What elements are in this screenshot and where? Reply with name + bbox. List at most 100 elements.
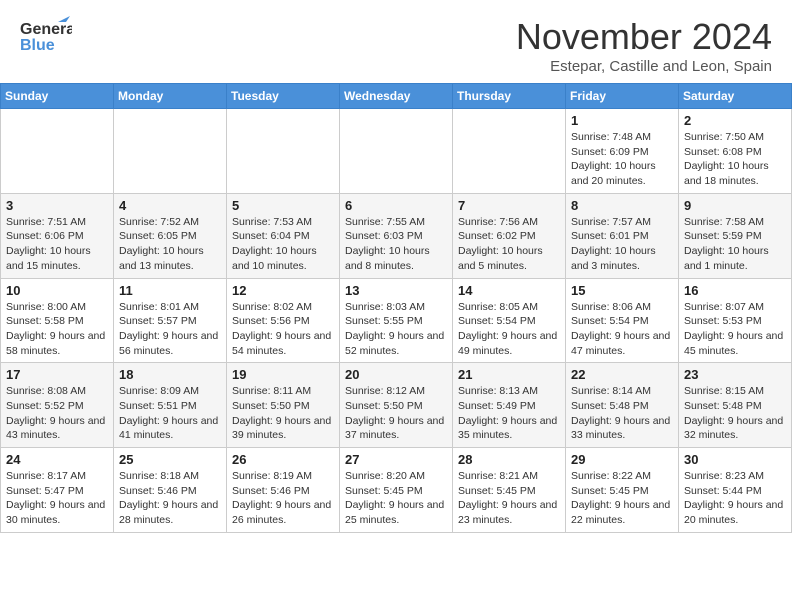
calendar-cell <box>1 109 114 194</box>
day-info: Sunrise: 8:12 AM Sunset: 5:50 PM Dayligh… <box>345 384 447 443</box>
day-number: 11 <box>119 283 221 298</box>
day-info: Sunrise: 8:05 AM Sunset: 5:54 PM Dayligh… <box>458 300 560 359</box>
day-number: 25 <box>119 452 221 467</box>
month-title: November 2024 <box>516 16 772 58</box>
day-info: Sunrise: 8:18 AM Sunset: 5:46 PM Dayligh… <box>119 469 221 528</box>
day-number: 15 <box>571 283 673 298</box>
day-info: Sunrise: 8:08 AM Sunset: 5:52 PM Dayligh… <box>6 384 108 443</box>
day-info: Sunrise: 8:00 AM Sunset: 5:58 PM Dayligh… <box>6 300 108 359</box>
calendar-cell: 2Sunrise: 7:50 AM Sunset: 6:08 PM Daylig… <box>679 109 792 194</box>
location: Estepar, Castille and Leon, Spain <box>516 58 772 75</box>
calendar-cell: 18 Sunrise: 8:09 AM Sunset: 5:51 PM Dayli… <box>114 363 227 448</box>
weekday-header-monday: Monday <box>114 84 227 109</box>
day-info: Sunrise: 8:11 AM Sunset: 5:50 PM Dayligh… <box>232 384 334 443</box>
day-info: Sunrise: 8:22 AM Sunset: 5:45 PM Dayligh… <box>571 469 673 528</box>
day-info: Sunrise: 8:03 AM Sunset: 5:55 PM Dayligh… <box>345 300 447 359</box>
calendar-cell: 26 Sunrise: 8:19 AM Sunset: 5:46 PM Dayli… <box>227 448 340 533</box>
calendar-header: SundayMondayTuesdayWednesdayThursdayFrid… <box>1 84 792 109</box>
calendar-cell: 19Sunrise: 8:11 AM Sunset: 5:50 PM Dayli… <box>227 363 340 448</box>
calendar-cell: 6 Sunrise: 7:55 AM Sunset: 6:03 PM Daylig… <box>340 193 453 278</box>
calendar-cell <box>340 109 453 194</box>
day-info: Sunrise: 8:15 AM Sunset: 5:48 PM Dayligh… <box>684 384 786 443</box>
weekday-header-thursday: Thursday <box>453 84 566 109</box>
day-number: 30 <box>684 452 786 467</box>
day-info: Sunrise: 8:13 AM Sunset: 5:49 PM Dayligh… <box>458 384 560 443</box>
day-info: Sunrise: 8:06 AM Sunset: 5:54 PM Dayligh… <box>571 300 673 359</box>
day-info: Sunrise: 7:55 AM Sunset: 6:03 PM Dayligh… <box>345 215 447 274</box>
calendar-week-2: 3 Sunrise: 7:51 AM Sunset: 6:06 PM Daylig… <box>1 193 792 278</box>
title-section: November 2024 Estepar, Castille and Leon… <box>516 16 772 75</box>
day-info: Sunrise: 7:58 AM Sunset: 5:59 PM Dayligh… <box>684 215 786 274</box>
calendar-cell: 17 Sunrise: 8:08 AM Sunset: 5:52 PM Dayli… <box>1 363 114 448</box>
day-info: Sunrise: 8:02 AM Sunset: 5:56 PM Dayligh… <box>232 300 334 359</box>
logo-icon: General Blue <box>20 16 72 60</box>
day-number: 13 <box>345 283 447 298</box>
day-info: Sunrise: 7:48 AM Sunset: 6:09 PM Dayligh… <box>571 130 673 189</box>
calendar-cell: 16 Sunrise: 8:07 AM Sunset: 5:53 PM Dayli… <box>679 278 792 363</box>
day-info: Sunrise: 8:20 AM Sunset: 5:45 PM Dayligh… <box>345 469 447 528</box>
day-info: Sunrise: 7:57 AM Sunset: 6:01 PM Dayligh… <box>571 215 673 274</box>
calendar-cell: 12 Sunrise: 8:02 AM Sunset: 5:56 PM Dayli… <box>227 278 340 363</box>
day-info: Sunrise: 8:14 AM Sunset: 5:48 PM Dayligh… <box>571 384 673 443</box>
calendar-cell: 11Sunrise: 8:01 AM Sunset: 5:57 PM Dayli… <box>114 278 227 363</box>
day-info: Sunrise: 8:23 AM Sunset: 5:44 PM Dayligh… <box>684 469 786 528</box>
calendar-cell: 5Sunrise: 7:53 AM Sunset: 6:04 PM Daylig… <box>227 193 340 278</box>
day-info: Sunrise: 8:21 AM Sunset: 5:45 PM Dayligh… <box>458 469 560 528</box>
svg-text:General: General <box>20 21 72 38</box>
calendar-cell: 27 Sunrise: 8:20 AM Sunset: 5:45 PM Dayli… <box>340 448 453 533</box>
calendar-cell: 4 Sunrise: 7:52 AM Sunset: 6:05 PM Daylig… <box>114 193 227 278</box>
day-number: 6 <box>345 198 447 213</box>
day-info: Sunrise: 8:19 AM Sunset: 5:46 PM Dayligh… <box>232 469 334 528</box>
day-info: Sunrise: 7:52 AM Sunset: 6:05 PM Dayligh… <box>119 215 221 274</box>
calendar-body: 1Sunrise: 7:48 AM Sunset: 6:09 PM Daylig… <box>1 109 792 533</box>
day-number: 12 <box>232 283 334 298</box>
calendar-cell: 25 Sunrise: 8:18 AM Sunset: 5:46 PM Dayli… <box>114 448 227 533</box>
calendar-cell: 28Sunrise: 8:21 AM Sunset: 5:45 PM Dayli… <box>453 448 566 533</box>
day-number: 17 <box>6 367 108 382</box>
day-number: 21 <box>458 367 560 382</box>
calendar-cell <box>453 109 566 194</box>
calendar-cell: 3 Sunrise: 7:51 AM Sunset: 6:06 PM Daylig… <box>1 193 114 278</box>
day-info: Sunrise: 8:07 AM Sunset: 5:53 PM Dayligh… <box>684 300 786 359</box>
day-number: 20 <box>345 367 447 382</box>
day-number: 29 <box>571 452 673 467</box>
calendar-week-1: 1Sunrise: 7:48 AM Sunset: 6:09 PM Daylig… <box>1 109 792 194</box>
weekday-row: SundayMondayTuesdayWednesdayThursdayFrid… <box>1 84 792 109</box>
day-number: 22 <box>571 367 673 382</box>
day-number: 27 <box>345 452 447 467</box>
day-number: 16 <box>684 283 786 298</box>
weekday-header-sunday: Sunday <box>1 84 114 109</box>
calendar-cell <box>114 109 227 194</box>
day-number: 8 <box>571 198 673 213</box>
calendar-cell: 9 Sunrise: 7:58 AM Sunset: 5:59 PM Daylig… <box>679 193 792 278</box>
day-number: 4 <box>119 198 221 213</box>
day-info: Sunrise: 8:09 AM Sunset: 5:51 PM Dayligh… <box>119 384 221 443</box>
calendar-cell: 30 Sunrise: 8:23 AM Sunset: 5:44 PM Dayli… <box>679 448 792 533</box>
calendar-cell: 22 Sunrise: 8:14 AM Sunset: 5:48 PM Dayli… <box>566 363 679 448</box>
day-number: 5 <box>232 198 334 213</box>
day-number: 10 <box>6 283 108 298</box>
day-number: 26 <box>232 452 334 467</box>
calendar-cell <box>227 109 340 194</box>
calendar-week-5: 24Sunrise: 8:17 AM Sunset: 5:47 PM Dayli… <box>1 448 792 533</box>
calendar-cell: 21 Sunrise: 8:13 AM Sunset: 5:49 PM Dayli… <box>453 363 566 448</box>
logo: General Blue <box>20 16 72 60</box>
weekday-header-tuesday: Tuesday <box>227 84 340 109</box>
svg-text:Blue: Blue <box>20 37 55 54</box>
weekday-header-saturday: Saturday <box>679 84 792 109</box>
day-info: Sunrise: 7:51 AM Sunset: 6:06 PM Dayligh… <box>6 215 108 274</box>
calendar-cell: 13 Sunrise: 8:03 AM Sunset: 5:55 PM Dayli… <box>340 278 453 363</box>
calendar-cell: 10 Sunrise: 8:00 AM Sunset: 5:58 PM Dayli… <box>1 278 114 363</box>
day-number: 23 <box>684 367 786 382</box>
day-number: 9 <box>684 198 786 213</box>
calendar-cell: 20 Sunrise: 8:12 AM Sunset: 5:50 PM Dayli… <box>340 363 453 448</box>
calendar-week-3: 10 Sunrise: 8:00 AM Sunset: 5:58 PM Dayli… <box>1 278 792 363</box>
day-number: 14 <box>458 283 560 298</box>
day-number: 3 <box>6 198 108 213</box>
calendar-cell: 7Sunrise: 7:56 AM Sunset: 6:02 PM Daylig… <box>453 193 566 278</box>
calendar-cell: 24Sunrise: 8:17 AM Sunset: 5:47 PM Dayli… <box>1 448 114 533</box>
day-number: 2 <box>684 113 786 128</box>
weekday-header-wednesday: Wednesday <box>340 84 453 109</box>
day-number: 7 <box>458 198 560 213</box>
day-number: 18 <box>119 367 221 382</box>
